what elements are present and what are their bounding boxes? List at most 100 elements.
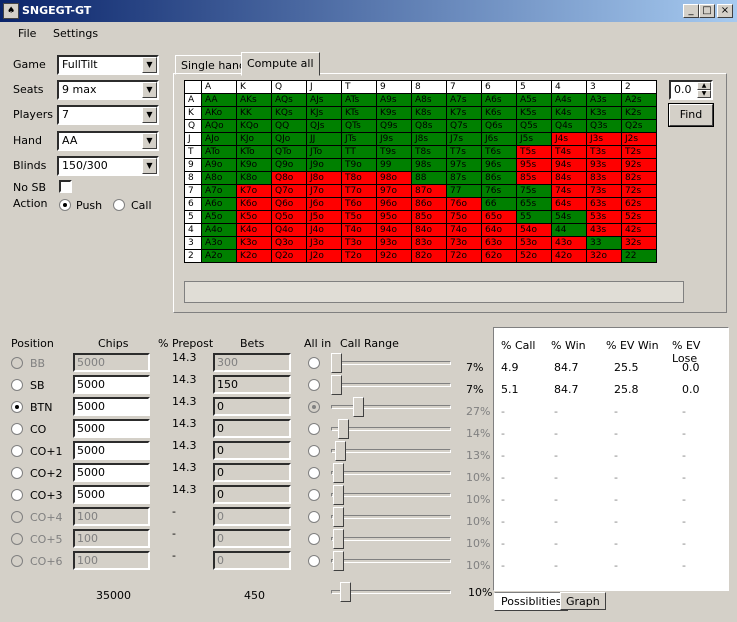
hand-cell[interactable]: K5s <box>516 106 552 120</box>
hand-cell[interactable]: 64s <box>551 197 587 211</box>
hand-cell[interactable]: Q2s <box>621 119 657 133</box>
allin-radio[interactable] <box>308 401 320 413</box>
hand-cell[interactable]: 32o <box>586 249 622 263</box>
hand-cell[interactable]: K6s <box>481 106 517 120</box>
bets-input[interactable]: 0 <box>213 397 291 416</box>
hand-cell[interactable]: 72o <box>446 249 482 263</box>
call-range-slider[interactable] <box>333 507 344 527</box>
chevron-down-icon[interactable]: ▼ <box>142 107 157 123</box>
bets-input[interactable]: 0 <box>213 441 291 460</box>
find-threshold-input[interactable]: 0.0 ▲ ▼ <box>669 80 713 100</box>
hand-cell[interactable]: KK <box>236 106 272 120</box>
hand-cell[interactable]: A9s <box>376 93 412 107</box>
hand-cell[interactable]: 74o <box>446 223 482 237</box>
hand-cell[interactable]: 73s <box>586 184 622 198</box>
hand-cell[interactable]: A6o <box>201 197 237 211</box>
bets-input[interactable]: 300 <box>213 353 291 372</box>
tab-graph[interactable]: Graph <box>560 592 606 610</box>
hand-cell[interactable]: 43s <box>586 223 622 237</box>
hand-cell[interactable]: 88 <box>411 171 447 185</box>
allin-radio[interactable] <box>308 445 320 457</box>
hand-cell[interactable]: T5s <box>516 145 552 159</box>
hand-cell[interactable]: KQs <box>271 106 307 120</box>
hand-cell[interactable]: J8s <box>411 132 447 146</box>
bets-input[interactable]: 0 <box>213 507 291 526</box>
hand-cell[interactable]: 65o <box>481 210 517 224</box>
hand-cell[interactable]: 63s <box>586 197 622 211</box>
hand-cell[interactable]: A5o <box>201 210 237 224</box>
hand-cell[interactable]: T7s <box>446 145 482 159</box>
allin-radio[interactable] <box>308 533 320 545</box>
hand-cell[interactable]: T3s <box>586 145 622 159</box>
bets-input[interactable]: 0 <box>213 551 291 570</box>
hand-cell[interactable]: T4s <box>551 145 587 159</box>
position-radio[interactable] <box>11 489 23 501</box>
hand-cell[interactable]: T2s <box>621 145 657 159</box>
hand-cell[interactable]: 92o <box>376 249 412 263</box>
hand-cell[interactable]: AQo <box>201 119 237 133</box>
hand-cell[interactable]: 82s <box>621 171 657 185</box>
hand-cell[interactable]: 94o <box>376 223 412 237</box>
hand-cell[interactable]: J2o <box>306 249 342 263</box>
position-radio[interactable] <box>11 467 23 479</box>
hand-cell[interactable]: Q6s <box>481 119 517 133</box>
hand-cell[interactable]: A6s <box>481 93 517 107</box>
hand-cell[interactable]: 82o <box>411 249 447 263</box>
call-range-slider[interactable] <box>333 529 344 549</box>
hand-cell[interactable]: ATs <box>341 93 377 107</box>
hand-cell[interactable]: T3o <box>341 236 377 250</box>
hand-cell[interactable]: 95s <box>516 158 552 172</box>
allin-radio[interactable] <box>308 511 320 523</box>
hand-cell[interactable]: Q9s <box>376 119 412 133</box>
chips-input[interactable]: 5000 <box>73 375 150 394</box>
hand-cell[interactable]: Q8s <box>411 119 447 133</box>
call-range-slider[interactable] <box>338 419 349 439</box>
hand-cell[interactable]: 74s <box>551 184 587 198</box>
hand-cell[interactable]: 54o <box>516 223 552 237</box>
hand-cell[interactable]: 87s <box>446 171 482 185</box>
hand-cell[interactable]: 73o <box>446 236 482 250</box>
hand-cell[interactable]: K3s <box>586 106 622 120</box>
hand-cell[interactable]: AJo <box>201 132 237 146</box>
allin-radio[interactable] <box>308 379 320 391</box>
hand-cell[interactable]: A2s <box>621 93 657 107</box>
menu-file[interactable]: File <box>18 27 36 40</box>
hand-cell[interactable]: KJs <box>306 106 342 120</box>
hand-cell[interactable]: 86o <box>411 197 447 211</box>
hand-cell[interactable]: 52o <box>516 249 552 263</box>
call-range-slider[interactable] <box>333 551 344 571</box>
hand-cell[interactable]: 65s <box>516 197 552 211</box>
position-radio[interactable] <box>11 555 23 567</box>
hand-cell[interactable]: 97s <box>446 158 482 172</box>
hand-cell[interactable]: 87o <box>411 184 447 198</box>
hand-cell[interactable]: 66 <box>481 197 517 211</box>
allin-radio[interactable] <box>308 357 320 369</box>
hand-cell[interactable]: K3o <box>236 236 272 250</box>
hand-cell[interactable]: J8o <box>306 171 342 185</box>
hand-cell[interactable]: J9s <box>376 132 412 146</box>
hand-cell[interactable]: A5s <box>516 93 552 107</box>
hand-select[interactable]: AA ▼ <box>57 131 159 151</box>
hand-cell[interactable]: J7s <box>446 132 482 146</box>
position-radio[interactable] <box>11 511 23 523</box>
hand-cell[interactable]: QTo <box>271 145 307 159</box>
hand-cell[interactable]: K8s <box>411 106 447 120</box>
hand-cell[interactable]: JTo <box>306 145 342 159</box>
hand-cell[interactable]: A2o <box>201 249 237 263</box>
chips-input[interactable]: 5000 <box>73 397 150 416</box>
hand-cell[interactable]: 64o <box>481 223 517 237</box>
hand-cell[interactable]: 72s <box>621 184 657 198</box>
hand-cell[interactable]: A4o <box>201 223 237 237</box>
menu-settings[interactable]: Settings <box>53 27 98 40</box>
hand-cell[interactable]: J3o <box>306 236 342 250</box>
hand-cell[interactable]: T9s <box>376 145 412 159</box>
hand-cell[interactable]: 83o <box>411 236 447 250</box>
hand-cell[interactable]: AKo <box>201 106 237 120</box>
hand-cell[interactable]: J6o <box>306 197 342 211</box>
position-radio[interactable] <box>11 445 23 457</box>
hand-cell[interactable]: 32s <box>621 236 657 250</box>
hand-cell[interactable]: 62s <box>621 197 657 211</box>
hand-cell[interactable]: K6o <box>236 197 272 211</box>
hand-cell[interactable]: AKs <box>236 93 272 107</box>
game-select[interactable]: FullTilt ▼ <box>57 55 159 75</box>
